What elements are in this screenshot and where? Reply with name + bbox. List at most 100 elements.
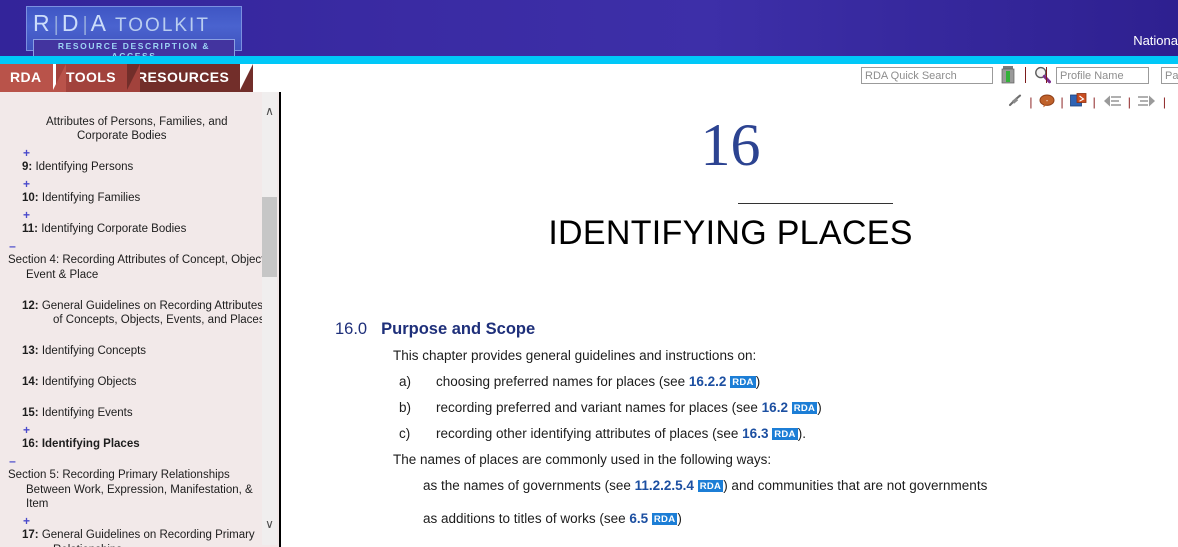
tab-rda[interactable]: RDA: [0, 64, 65, 92]
toc-item-text: Identifying Objects: [41, 376, 137, 388]
toc-item-text: Identifying Families: [41, 192, 141, 204]
toc-item-text: General Guidelines on Recording Primary …: [41, 529, 255, 547]
toc-item-label: 12: General Guidelines on Recording Attr…: [22, 299, 271, 328]
navigation-sidebar[interactable]: Attributes of Persons, Families, and Cor…: [0, 92, 281, 547]
intro-paragraph: This chapter provides general guidelines…: [393, 348, 757, 363]
use-line: as the names of governments (see 11.2.2.…: [393, 477, 1178, 494]
list-text: recording other identifying attributes o…: [436, 426, 743, 441]
list-marker: c): [399, 426, 411, 441]
toolbar-divider-a: |: [1029, 95, 1033, 109]
expand-icon[interactable]: +: [22, 423, 31, 438]
toc-item-label: 9: Identifying Persons: [22, 160, 271, 175]
logo-toolkit-text: TOOLKIT: [115, 15, 210, 36]
rda-badge[interactable]: RDA: [772, 428, 798, 440]
toc-item-number: 15:: [22, 407, 39, 419]
toc-item[interactable]: –Section 4: Recording Attributes of Conc…: [0, 238, 268, 284]
toc-item-text: Identifying Persons: [35, 161, 134, 173]
toc-item[interactable]: Attributes of Persons, Families, and Cor…: [0, 99, 266, 145]
permalink-icon[interactable]: [1007, 94, 1023, 111]
chapter-title: IDENTIFYING PLACES: [548, 214, 913, 252]
list-marker: a): [399, 374, 412, 389]
rda-badge[interactable]: RDA: [791, 402, 818, 414]
list-text-suffix: ).: [797, 426, 806, 441]
chapter-rule: [738, 203, 893, 204]
list-text-suffix: ): [817, 400, 822, 415]
list-text-suffix: ): [755, 374, 761, 389]
trash-icon[interactable]: [1001, 66, 1015, 89]
toc-item[interactable]: +9: Identifying Persons: [0, 145, 266, 176]
toc-item-label: Attributes of Persons, Families, and Cor…: [46, 115, 277, 144]
content-toolbar: | - | | | |: [1003, 93, 1168, 111]
magnifier-icon[interactable]: [1034, 66, 1051, 89]
use-text: as the names of governments (see: [423, 478, 635, 493]
password-input[interactable]: Pas: [1161, 67, 1178, 84]
rule-reference-link[interactable]: 16.2.2: [689, 374, 727, 389]
toc-item-label: 11: Identifying Corporate Bodies: [22, 222, 271, 237]
section-heading: 16.0 Purpose and Scope: [335, 320, 535, 339]
toc-item-text: Attributes of Persons, Families, and Cor…: [46, 115, 228, 143]
toc-item-number: 17:: [22, 529, 39, 541]
scroll-up-icon[interactable]: ∧: [262, 104, 277, 120]
toc-item-text: Section 4: Recording Attributes of Conce…: [8, 254, 268, 281]
rda-toolkit-logo[interactable]: R | D | A TOOLKIT RESOURCE DESCRIPTION &…: [26, 6, 242, 56]
toc-item-number: 13:: [22, 345, 39, 357]
comment-icon[interactable]: -: [1039, 94, 1055, 111]
toolbar-divider-d: |: [1127, 95, 1131, 109]
rule-reference-link[interactable]: 16.2: [762, 400, 788, 415]
expand-icon[interactable]: +: [22, 208, 31, 223]
toolbar-divider-2: [1046, 67, 1047, 83]
scroll-down-icon[interactable]: ∨: [262, 517, 277, 533]
chapter-number: 16: [700, 112, 761, 178]
collapse-icon[interactable]: –: [8, 454, 17, 469]
toc-item[interactable]: 15: Identifying Events: [0, 391, 266, 422]
toc-item-label: 16: Identifying Places: [22, 437, 271, 452]
uses-intro-paragraph: The names of places are commonly used in…: [393, 452, 772, 467]
rule-reference-link[interactable]: 16.3: [742, 426, 768, 441]
expand-icon[interactable]: +: [22, 177, 31, 192]
toc-item[interactable]: –Section 5: Recording Primary Relationsh…: [0, 453, 266, 513]
toc-item[interactable]: 14: Identifying Objects: [0, 360, 266, 391]
toc-item-label: 13: Identifying Concepts: [22, 344, 271, 359]
tab-tools[interactable]: TOOLS: [56, 64, 140, 92]
scrollbar-thumb[interactable]: [262, 197, 277, 277]
rda-toolkit-page: R | D | A TOOLKIT RESOURCE DESCRIPTION &…: [0, 0, 1178, 547]
toc-item-text: Identifying Events: [41, 407, 133, 419]
use-line: as additions to titles of works (see 6.5…: [393, 510, 1178, 527]
logo-subtitle: RESOURCE DESCRIPTION & ACCESS: [33, 39, 235, 56]
rda-badge[interactable]: RDA: [730, 376, 756, 388]
previous-icon[interactable]: [1102, 94, 1122, 111]
rule-reference-link[interactable]: 6.5: [629, 511, 648, 526]
expand-icon[interactable]: +: [22, 146, 31, 161]
logo-separator-2: |: [82, 14, 89, 36]
quick-search-input[interactable]: RDA Quick Search: [861, 67, 993, 84]
logo-letter-r: R: [33, 10, 52, 36]
toc-item-number: 12:: [22, 299, 39, 312]
share-icon[interactable]: [1069, 93, 1087, 111]
use-text: as additions to titles of works (see: [423, 511, 630, 526]
toc-item-label: 15: Identifying Events: [22, 406, 271, 421]
expand-icon[interactable]: +: [22, 514, 31, 529]
toc-item-number: 11:: [22, 223, 38, 235]
sidebar-scrollbar[interactable]: ∧ ∨: [262, 92, 277, 545]
profile-name-input[interactable]: Profile Name: [1056, 67, 1149, 84]
toc-tree[interactable]: Attributes of Persons, Families, and Cor…: [0, 92, 268, 547]
rda-badge[interactable]: RDA: [651, 513, 678, 525]
logo-wordmark: R | D | A TOOLKIT: [33, 10, 235, 37]
toc-item[interactable]: 13: Identifying Concepts: [0, 329, 266, 360]
uses-list: as the names of governments (see 11.2.2.…: [393, 477, 1178, 527]
toc-item[interactable]: 12: General Guidelines on Recording Attr…: [0, 283, 266, 329]
toolbar-divider-e: |: [1162, 95, 1166, 109]
next-icon[interactable]: [1137, 94, 1157, 111]
toc-item[interactable]: +16: Identifying Places: [0, 422, 266, 453]
toc-item[interactable]: +11: Identifying Corporate Bodies: [0, 207, 266, 238]
main-content: | - | | | | 16 IDENTIFYING PLACES 16.0 P…: [283, 92, 1178, 547]
list-marker: b): [399, 400, 412, 415]
search-login-strip: RDA Quick Search Profile Name Pas: [283, 64, 1178, 92]
rule-reference-link[interactable]: 11.2.2.5.4: [635, 478, 694, 493]
tab-resources[interactable]: RESOURCES: [127, 64, 254, 92]
toc-item[interactable]: +17: General Guidelines on Recording Pri…: [0, 513, 266, 547]
list-text: recording preferred and variant names fo…: [436, 400, 762, 415]
rda-badge[interactable]: RDA: [697, 480, 724, 492]
collapse-icon[interactable]: –: [8, 239, 17, 254]
toc-item[interactable]: +10: Identifying Families: [0, 176, 266, 207]
